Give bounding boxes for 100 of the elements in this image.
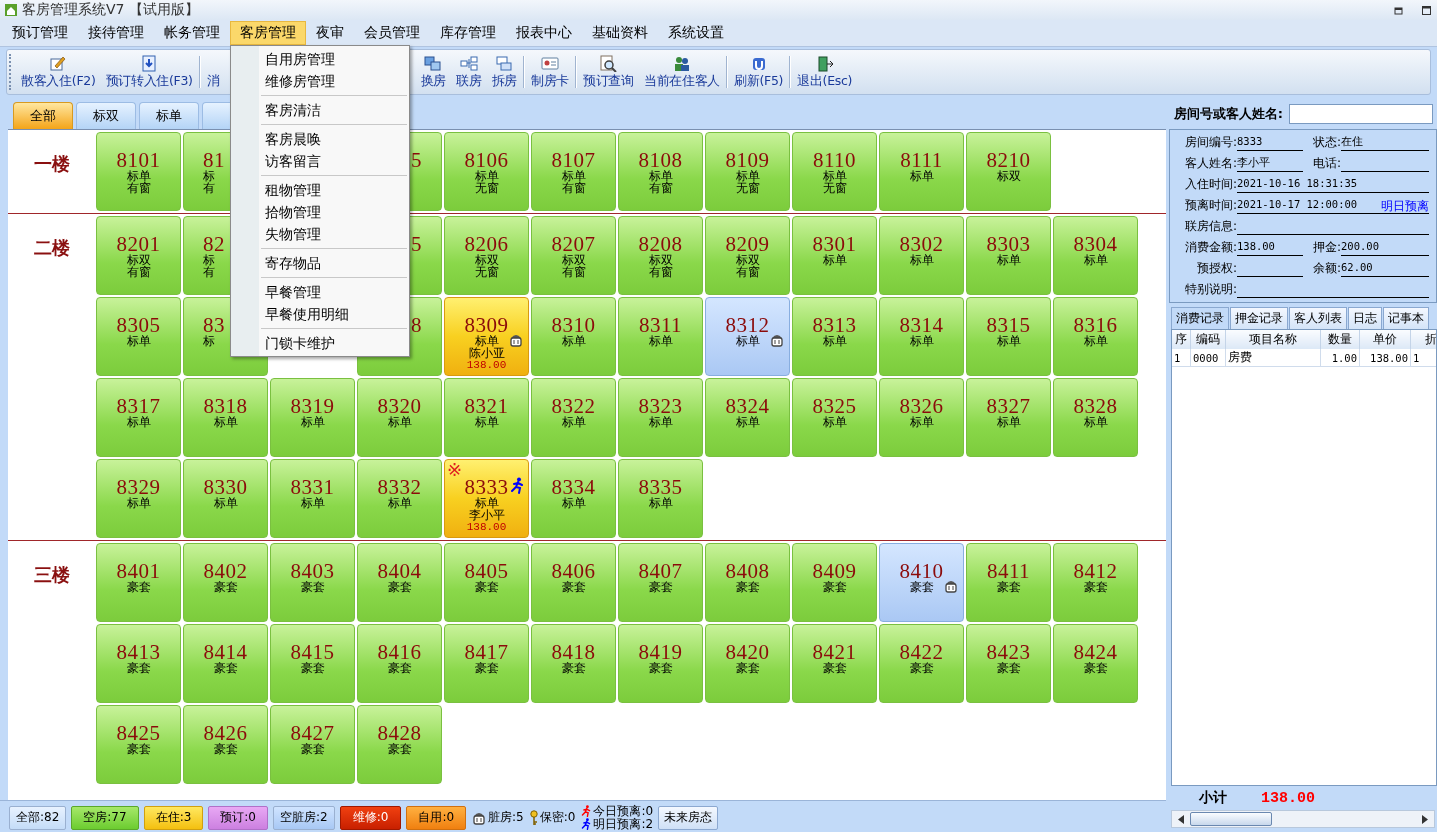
room-tile[interactable]: 8107 标单 有窗 <box>531 132 616 211</box>
column-header[interactable]: 单价 <box>1359 330 1411 349</box>
room-tile[interactable]: 8201 标双 有窗 <box>96 216 181 295</box>
status-filter[interactable]: 在住:3 <box>143 805 204 830</box>
room-tile[interactable]: 8414 豪套 <box>183 624 268 703</box>
room-tile[interactable]: 8401 豪套 <box>96 543 181 622</box>
menu-item[interactable]: 客房管理 <box>230 21 306 45</box>
column-header[interactable]: 编码 <box>1190 330 1226 349</box>
room-tile[interactable]: 8325 标单 <box>792 378 877 457</box>
room-tile[interactable]: 8428 豪套 <box>357 705 442 784</box>
column-header[interactable]: 序 <box>1172 330 1191 349</box>
departure-link[interactable]: 明日预离 <box>1381 198 1429 213</box>
menu-entry[interactable]: 维修房管理 <box>231 70 409 92</box>
room-tile[interactable]: 8329 标单 <box>96 459 181 538</box>
menu-item[interactable]: 预订管理 <box>2 21 78 45</box>
room-tile[interactable]: 8417 豪套 <box>444 624 529 703</box>
room-tile[interactable]: 8404 豪套 <box>357 543 442 622</box>
room-tile[interactable]: 8427 豪套 <box>270 705 355 784</box>
menu-item[interactable]: 系统设置 <box>658 21 734 45</box>
room-tile[interactable]: 8322 标单 <box>531 378 616 457</box>
column-header[interactable]: 折 <box>1410 330 1436 349</box>
room-tile[interactable]: 8316 标单 <box>1053 297 1138 376</box>
column-header[interactable]: 项目名称 <box>1225 330 1321 349</box>
toolbar-button[interactable]: 刷新(F5) <box>729 50 789 94</box>
room-tile[interactable]: 8312 标单 <box>705 297 790 376</box>
status-filter[interactable]: 自用:0 <box>406 805 467 830</box>
room-tile[interactable]: 8110 标单 无窗 <box>792 132 877 211</box>
room-tile[interactable]: 8317 标单 <box>96 378 181 457</box>
room-tile[interactable]: 8333 标单 李小平 138.00 ※ <box>444 459 529 538</box>
room-tile[interactable]: 8101 标单 有窗 <box>96 132 181 211</box>
column-header[interactable]: 数量 <box>1320 330 1360 349</box>
room-tile[interactable]: 8324 标单 <box>705 378 790 457</box>
status-filter[interactable]: 全部:82 <box>9 805 67 830</box>
detail-tab[interactable]: 日志 <box>1348 307 1382 329</box>
room-tile[interactable]: 8315 标单 <box>966 297 1051 376</box>
room-tile[interactable]: 8323 标单 <box>618 378 703 457</box>
menu-entry[interactable]: 自用房管理 <box>231 48 409 70</box>
toolbar-button[interactable]: 当前在住客人 <box>638 50 726 94</box>
room-tile[interactable]: 8318 标单 <box>183 378 268 457</box>
room-tile[interactable]: 8304 标单 <box>1053 216 1138 295</box>
detail-tab[interactable]: 记事本 <box>1383 307 1429 329</box>
room-tile[interactable]: 8330 标单 <box>183 459 268 538</box>
menu-item[interactable]: 接待管理 <box>78 21 154 45</box>
toolbar-button[interactable]: 联房 <box>451 50 487 94</box>
scroll-thumb[interactable] <box>1190 812 1272 826</box>
room-tile[interactable]: 8411 豪套 <box>966 543 1051 622</box>
menu-item[interactable]: 基础资料 <box>582 21 658 45</box>
horizontal-scrollbar[interactable] <box>1171 810 1435 828</box>
room-tile[interactable]: 8328 标单 <box>1053 378 1138 457</box>
room-tile[interactable]: 8332 标单 <box>357 459 442 538</box>
room-tile[interactable]: 8301 标单 <box>792 216 877 295</box>
room-tile[interactable]: 8310 标单 <box>531 297 616 376</box>
detail-tab[interactable]: 押金记录 <box>1230 307 1288 329</box>
room-tile[interactable]: 8425 豪套 <box>96 705 181 784</box>
menu-item[interactable]: 会员管理 <box>354 21 430 45</box>
room-tile[interactable]: 8108 标单 有窗 <box>618 132 703 211</box>
room-tile[interactable]: 8207 标双 有窗 <box>531 216 616 295</box>
room-tile[interactable]: 8309 标单 陈小亚 138.00 <box>444 297 529 376</box>
room-tile[interactable]: 8415 豪套 <box>270 624 355 703</box>
room-tile[interactable]: 8302 标单 <box>879 216 964 295</box>
toolbar-button[interactable]: 预订转入住(F3) <box>100 50 198 94</box>
toolbar-button[interactable]: 散客入住(F2) <box>16 50 101 94</box>
room-tile[interactable]: 8403 豪套 <box>270 543 355 622</box>
room-tile[interactable]: 8406 豪套 <box>531 543 616 622</box>
room-tile[interactable]: 8209 标双 有窗 <box>705 216 790 295</box>
room-tile[interactable]: 8320 标单 <box>357 378 442 457</box>
toolbar-button[interactable]: 拆房 <box>486 50 522 94</box>
room-tile[interactable]: 8405 豪套 <box>444 543 529 622</box>
menu-item[interactable]: 报表中心 <box>506 21 582 45</box>
room-tile[interactable]: 8210 标双 <box>966 132 1051 211</box>
room-tile[interactable]: 8314 标单 <box>879 297 964 376</box>
room-tile[interactable]: 8410 豪套 <box>879 543 964 622</box>
room-tile[interactable]: 8413 豪套 <box>96 624 181 703</box>
room-tile[interactable]: 8423 豪套 <box>966 624 1051 703</box>
room-tile[interactable]: 8321 标单 <box>444 378 529 457</box>
search-field[interactable] <box>1289 104 1433 124</box>
menu-entry[interactable]: 客房清洁 <box>231 99 409 121</box>
menu-item[interactable]: 帐务管理 <box>154 21 230 45</box>
room-tile[interactable]: 8408 豪套 <box>705 543 790 622</box>
room-tile[interactable]: 8421 豪套 <box>792 624 877 703</box>
future-status-button[interactable]: 未来房态 <box>658 805 719 830</box>
room-type-tab[interactable]: 标双 <box>76 102 136 129</box>
room-tile[interactable]: 8419 豪套 <box>618 624 703 703</box>
room-tile[interactable]: 8109 标单 无窗 <box>705 132 790 211</box>
room-tile[interactable]: 8426 豪套 <box>183 705 268 784</box>
toolbar-button[interactable]: 退出(Esc) <box>792 50 858 94</box>
room-tile[interactable]: 8418 豪套 <box>531 624 616 703</box>
room-tile[interactable]: 8305 标单 <box>96 297 181 376</box>
detail-tab[interactable]: 消费记录 <box>1171 307 1229 329</box>
room-tile[interactable]: 8334 标单 <box>531 459 616 538</box>
toolbar-button[interactable]: 换房 <box>415 50 452 94</box>
status-filter[interactable]: 预订:0 <box>208 805 268 830</box>
room-tile[interactable]: 8327 标单 <box>966 378 1051 457</box>
room-tile[interactable]: 8208 标双 有窗 <box>618 216 703 295</box>
status-filter[interactable]: 维修:0 <box>339 805 402 830</box>
room-tile[interactable]: 8319 标单 <box>270 378 355 457</box>
room-type-tab[interactable]: 标单 <box>139 102 199 129</box>
status-filter[interactable]: 空房:77 <box>71 805 139 830</box>
room-type-tab[interactable]: 全部 <box>13 102 73 129</box>
room-tile[interactable]: 8402 豪套 <box>183 543 268 622</box>
